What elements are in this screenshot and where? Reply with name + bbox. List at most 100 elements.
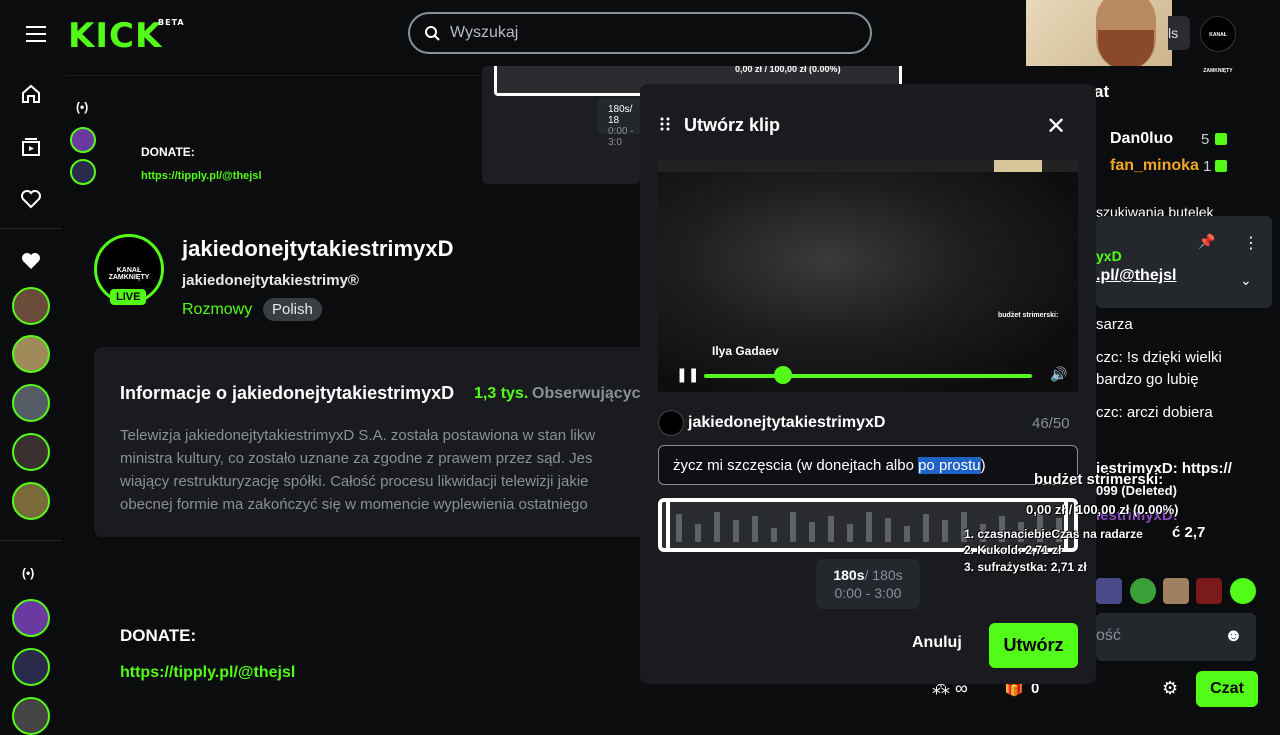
gear-icon[interactable]: ⚙ bbox=[1162, 678, 1178, 699]
emote-icon[interactable] bbox=[1130, 578, 1156, 604]
drag-handle-icon[interactable] bbox=[660, 117, 670, 131]
waveform-bar bbox=[733, 520, 739, 542]
channel-avatar[interactable] bbox=[12, 599, 50, 637]
channel-subtitle: jakiedonejtytakiestrimy® bbox=[182, 272, 359, 289]
avatar-label: KANAŁ ZAMKNIĘTY bbox=[108, 267, 150, 281]
description-line: obecnej formie ma zakończyć się w momenc… bbox=[120, 496, 588, 513]
chat-message: ć 2,7 bbox=[1172, 524, 1206, 541]
live-icon: (•) bbox=[22, 566, 35, 580]
pin-icon[interactable]: 📌 bbox=[1198, 233, 1215, 250]
create-clip-modal: Utwórz klip ✕ Ilya Gadaev budżet strimer… bbox=[640, 84, 1096, 684]
chevron-down-icon[interactable]: ⌄ bbox=[1240, 272, 1252, 289]
emoji-icon[interactable]: ☻ bbox=[1224, 625, 1243, 646]
left-sidebar: (•) bbox=[0, 66, 62, 735]
followers-label: Obserwujących bbox=[532, 385, 651, 402]
owner-avatar bbox=[658, 410, 684, 436]
overlay-budget-title: budżet strimerski: bbox=[1034, 471, 1164, 488]
cancel-button[interactable]: Anuluj bbox=[912, 634, 962, 652]
waveform-bar bbox=[695, 524, 701, 542]
waveform-bar bbox=[885, 518, 891, 542]
chat-message: sarza bbox=[1096, 316, 1133, 333]
chat-user[interactable]: Dan0luo bbox=[1110, 130, 1173, 148]
donate-heading: DONATE: bbox=[120, 626, 197, 645]
about-title: Informacje o jakiedonejtytakiestrimyxD bbox=[120, 383, 455, 403]
duration-display: 180s/ 180s 0:00 - 3:00 bbox=[816, 559, 920, 609]
overlay-rank: 1. czasnaciebieCzas na radarze bbox=[964, 527, 1143, 541]
video-frame bbox=[658, 172, 1078, 392]
channel-avatar[interactable] bbox=[12, 335, 50, 373]
clip-preview-video[interactable]: Ilya Gadaev budżet strimerski: ❚❚ 🔊 bbox=[658, 160, 1078, 392]
chat-username[interactable]: fan_minoka bbox=[1110, 157, 1199, 175]
gift-icon bbox=[1215, 133, 1227, 145]
channel-avatar[interactable] bbox=[12, 433, 50, 471]
emote-icon[interactable] bbox=[1096, 578, 1122, 604]
close-icon[interactable]: ✕ bbox=[1046, 112, 1066, 141]
waveform-bar bbox=[923, 514, 929, 542]
channel-avatar[interactable] bbox=[12, 482, 50, 520]
channel-avatar[interactable] bbox=[12, 384, 50, 422]
title-char-counter: 46/50 bbox=[1032, 415, 1070, 432]
more-icon[interactable]: ⋮ bbox=[1243, 233, 1259, 253]
channel-avatar-small[interactable] bbox=[70, 127, 96, 153]
range-start-handle[interactable] bbox=[666, 502, 670, 548]
bg-duration-text: 180s/ 18 bbox=[608, 104, 633, 126]
waveform-bar bbox=[790, 512, 796, 542]
channel-avatar-small[interactable] bbox=[70, 159, 96, 185]
pinned-username: yxD bbox=[1096, 248, 1122, 264]
channel-avatar[interactable] bbox=[12, 697, 50, 735]
logo-text: KICK bbox=[68, 16, 163, 56]
video-progress-bar[interactable] bbox=[704, 374, 1032, 378]
webcam-overlay bbox=[1026, 0, 1172, 66]
channel-avatar[interactable] bbox=[12, 648, 50, 686]
emote-icon[interactable] bbox=[1196, 578, 1222, 604]
clip-title-input[interactable]: życz mi szczęscia (w donejtach albo po p… bbox=[658, 445, 1078, 485]
waveform-bar bbox=[904, 526, 910, 542]
category-link[interactable]: Rozmowy bbox=[182, 301, 252, 319]
modal-title: Utwórz klip bbox=[684, 115, 781, 135]
waveform-bar bbox=[866, 512, 872, 542]
pause-icon[interactable]: ❚❚ bbox=[676, 366, 699, 383]
home-icon[interactable] bbox=[20, 83, 42, 105]
chat-input[interactable]: ość ☻ bbox=[1096, 613, 1256, 661]
search-input[interactable]: Wyszukaj bbox=[408, 12, 872, 54]
chat-username: Dan0luo bbox=[1110, 130, 1174, 147]
waveform-bar bbox=[942, 520, 948, 542]
create-clip-button[interactable]: Utwórz bbox=[989, 623, 1078, 668]
waveform-bar bbox=[676, 514, 682, 542]
live-icon-small: (•) bbox=[76, 100, 89, 114]
send-chat-button[interactable]: Czat bbox=[1196, 671, 1258, 707]
language-tag[interactable]: Polish bbox=[263, 298, 322, 321]
emote-icon[interactable] bbox=[1230, 578, 1256, 604]
description-line: wiający restrukturyzację spółki. Całość … bbox=[120, 473, 589, 490]
top-bar: KICK BETA Wyszukaj ls KANAŁ ZAMKNIĘTY bbox=[0, 0, 1280, 74]
following-icon[interactable] bbox=[20, 188, 42, 210]
video-progress-knob[interactable] bbox=[774, 366, 792, 384]
channel-avatar[interactable] bbox=[12, 287, 50, 325]
pinned-link[interactable]: .pl/@thejsl bbox=[1096, 267, 1177, 285]
video-overlay-budget: budżet strimerski: bbox=[998, 312, 1059, 319]
pinned-message[interactable] bbox=[1096, 216, 1272, 308]
top-right-button[interactable]: ls bbox=[1168, 16, 1190, 50]
clip-owner: jakiedonejtytakiestrimyxD bbox=[688, 414, 886, 431]
overlay-rank-text: 1. czasnaciebieCzas na radarze bbox=[964, 527, 1143, 541]
volume-icon[interactable]: 🔊 bbox=[1050, 366, 1067, 383]
about-description: Telewizja jakiedonejtytakiestrimyxD S.A.… bbox=[120, 424, 640, 516]
donate-link-small[interactable]: https://tipply.pl/@thejsl bbox=[141, 170, 262, 182]
description-line: ministra kultury, co zostało uznane za z… bbox=[120, 450, 593, 467]
kick-logo[interactable]: KICK BETA bbox=[68, 16, 184, 56]
chat-message: bardzo go lubię bbox=[1096, 371, 1199, 388]
menu-icon[interactable] bbox=[26, 26, 46, 47]
waveform-bar bbox=[752, 516, 758, 542]
gift-count: 5 bbox=[1201, 131, 1210, 148]
browse-icon[interactable] bbox=[20, 136, 42, 158]
input-text: ) bbox=[980, 457, 986, 474]
overlay-rank: 3. sufrażystka: 2,71 zł bbox=[964, 560, 1087, 574]
user-avatar[interactable]: KANAŁ ZAMKNIĘTY bbox=[1200, 16, 1236, 74]
donate-link[interactable]: https://tipply.pl/@thejsl bbox=[120, 664, 295, 682]
bg-range-text: 0:00 - 3:0 bbox=[608, 126, 634, 148]
waveform-bar bbox=[809, 522, 815, 542]
gift-count: 1 bbox=[1203, 158, 1212, 175]
donate-heading-small: DONATE: bbox=[141, 145, 195, 159]
gift-icon bbox=[1215, 160, 1227, 172]
emote-icon[interactable] bbox=[1163, 578, 1189, 604]
